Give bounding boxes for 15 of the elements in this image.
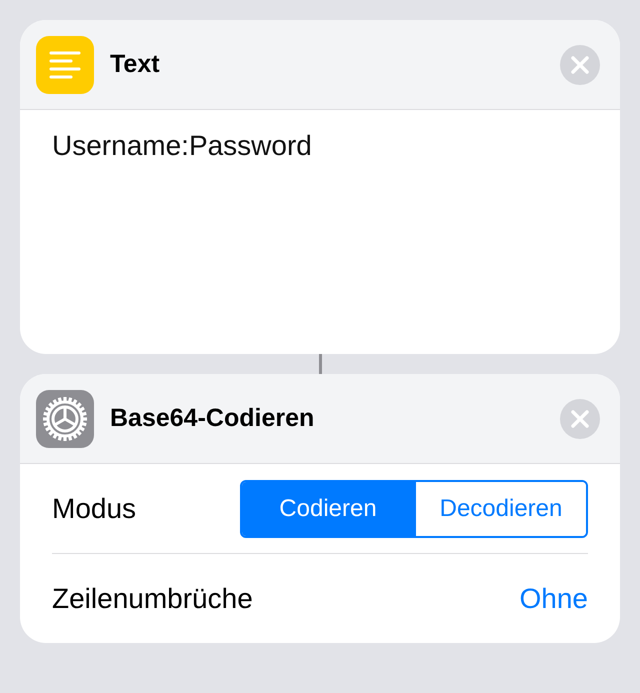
parameter-label: Modus	[52, 492, 136, 524]
segment-option[interactable]: Codieren	[242, 482, 414, 536]
action-title: Base64-Codieren	[110, 404, 316, 433]
close-icon	[570, 54, 590, 74]
parameter-value[interactable]: Ohne	[520, 582, 588, 614]
close-button[interactable]	[560, 44, 600, 84]
segment-option[interactable]: Decodieren	[414, 482, 586, 536]
action-title: Text	[110, 50, 161, 79]
parameter-label: Zeilenumbrüche	[52, 582, 253, 614]
connector-line	[318, 354, 322, 374]
gear-icon	[42, 396, 88, 442]
close-button[interactable]	[560, 398, 600, 438]
text-lines-icon	[49, 50, 81, 78]
close-icon	[570, 408, 590, 428]
text-content[interactable]: Username:Password	[52, 130, 312, 161]
